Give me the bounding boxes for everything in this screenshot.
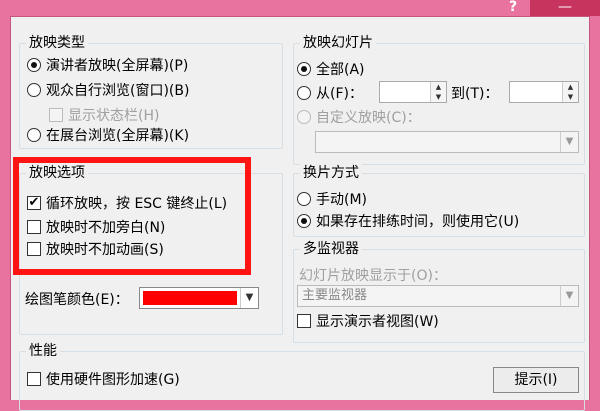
chevron-down-icon[interactable]: ▼ <box>240 288 258 308</box>
individual-radio[interactable] <box>27 83 41 97</box>
manual-row[interactable]: 手动(M) <box>297 189 367 209</box>
presenter-label: 演讲者放映(全屏幕)(P) <box>46 58 189 74</box>
help-button[interactable]: ? <box>496 0 530 16</box>
to-spinner-arrows[interactable]: ▲ ▼ <box>562 82 578 102</box>
tips-button[interactable]: 提示(I) <box>493 367 579 393</box>
close-button[interactable]: — <box>530 0 600 16</box>
to-label: 到(T)： <box>451 86 499 102</box>
chevron-down-icon: ▼ <box>560 286 578 306</box>
custom-show-row: 自定义放映(C)： <box>297 107 421 127</box>
show-scrollbar-row: 显示状态栏(H) <box>49 105 159 125</box>
manual-label: 手动(M) <box>316 192 368 208</box>
show-scrollbar-label: 显示状态栏(H) <box>68 108 160 124</box>
display-on-select: 主要监视器 ▼ <box>297 285 579 307</box>
individual-label: 观众自行浏览(窗口)(B) <box>46 83 190 99</box>
individual-radio-row[interactable]: 观众自行浏览(窗口)(B) <box>27 80 189 100</box>
display-on-label: 幻灯片放映显示于(O)： <box>299 268 447 284</box>
show-type-title: 放映类型 <box>26 34 88 52</box>
custom-show-label: 自定义放映(C)： <box>316 110 421 126</box>
timings-row[interactable]: 如果存在排练时间，则使用它(U) <box>297 211 519 231</box>
hw-accel-label: 使用硬件图形加速(G) <box>46 372 180 388</box>
pen-color-label-row: 绘图笔颜色(E)： <box>25 289 129 309</box>
pen-color-swatch <box>143 291 237 305</box>
titlebar-buttons: ? — <box>496 0 600 16</box>
from-row[interactable]: 从(F)： <box>297 83 363 103</box>
chevron-down-icon: ▼ <box>560 132 578 152</box>
pen-color-picker[interactable]: ▼ <box>139 287 259 309</box>
presenter-radio-row[interactable]: 演讲者放映(全屏幕)(P) <box>27 55 188 75</box>
hw-accel-row[interactable]: 使用硬件图形加速(G) <box>27 369 180 389</box>
presenter-view-label: 显示演示者视图(W) <box>316 314 439 330</box>
kiosk-radio[interactable] <box>27 128 41 142</box>
show-slides-title: 放映幻灯片 <box>300 34 376 52</box>
monitors-title: 多监视器 <box>300 240 362 258</box>
to-spinner[interactable]: ▲ ▼ <box>509 81 579 103</box>
red-highlight-box <box>13 157 251 275</box>
presenter-radio[interactable] <box>27 58 41 72</box>
all-slides-row[interactable]: 全部(A) <box>297 59 365 79</box>
hw-accel-checkbox[interactable] <box>27 372 41 386</box>
presenter-view-row[interactable]: 显示演示者视图(W) <box>297 311 439 331</box>
all-slides-radio[interactable] <box>297 62 311 76</box>
from-label: 从(F)： <box>316 86 363 102</box>
presenter-view-checkbox[interactable] <box>297 314 311 328</box>
from-radio[interactable] <box>297 86 311 100</box>
from-spinner[interactable]: ▲ ▼ <box>379 81 447 103</box>
advance-title: 换片方式 <box>300 164 362 182</box>
display-on-row: 幻灯片放映显示于(O)： <box>299 265 447 285</box>
kiosk-label: 在展台浏览(全屏幕)(K) <box>46 128 190 144</box>
from-spinner-arrows[interactable]: ▲ ▼ <box>430 82 446 102</box>
custom-show-radio <box>297 110 311 124</box>
custom-show-select: ▼ <box>315 131 579 153</box>
timings-radio[interactable] <box>297 214 311 228</box>
all-slides-label: 全部(A) <box>316 62 365 78</box>
performance-title: 性能 <box>26 342 60 360</box>
timings-label: 如果存在排练时间，则使用它(U) <box>316 214 520 230</box>
to-label-row: 到(T)： <box>451 83 498 103</box>
display-on-value: 主要监视器 <box>302 288 368 303</box>
set-up-show-dialog: 放映类型 演讲者放映(全屏幕)(P) 观众自行浏览(窗口)(B) 显示状态栏(H… <box>10 16 590 411</box>
manual-radio[interactable] <box>297 192 311 206</box>
show-scrollbar-checkbox <box>49 108 63 122</box>
kiosk-radio-row[interactable]: 在展台浏览(全屏幕)(K) <box>27 125 189 145</box>
pen-color-label: 绘图笔颜色(E)： <box>25 292 129 308</box>
